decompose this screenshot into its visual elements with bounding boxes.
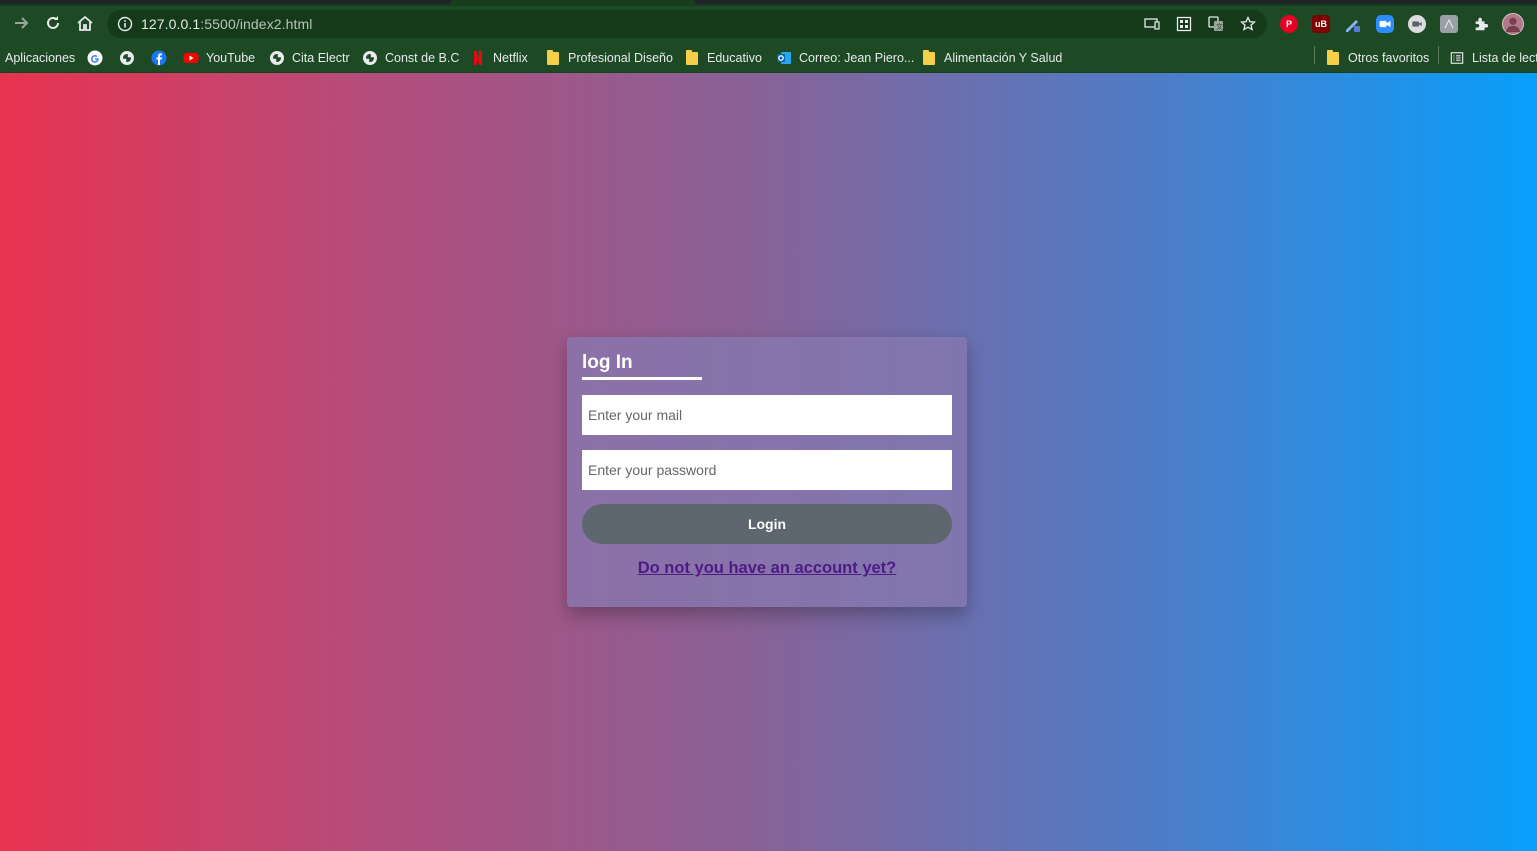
extensions-puzzle-icon[interactable] — [1472, 15, 1490, 33]
url-text: 127.0.0.1:5500/index2.html — [141, 16, 313, 32]
bookmark-youtube[interactable]: YouTube — [183, 47, 255, 69]
login-title: log In — [582, 352, 633, 373]
google-icon — [87, 50, 103, 66]
reload-button[interactable] — [40, 10, 66, 36]
login-button[interactable]: Login — [582, 504, 952, 544]
bookmark-star-icon[interactable] — [1240, 16, 1256, 32]
camera-extension-icon[interactable] — [1408, 15, 1426, 33]
bookmark-label: Educativo — [707, 51, 762, 65]
outlook-icon — [776, 50, 792, 66]
pencil-extension-icon[interactable] — [1344, 15, 1362, 33]
home-button[interactable] — [72, 10, 98, 36]
bookmarks-separator — [1438, 46, 1439, 64]
youtube-icon — [183, 50, 199, 66]
reading-list-icon — [1449, 50, 1465, 66]
cast-icon[interactable] — [1144, 16, 1160, 32]
address-bar[interactable]: 127.0.0.1:5500/index2.html 文 — [107, 10, 1267, 38]
reading-list-button[interactable]: Lista de lectura — [1449, 47, 1537, 69]
arrow-right-icon — [15, 17, 29, 29]
bookmark-educativo[interactable]: Educativo — [684, 47, 762, 69]
bookmark-label: Cita Electr — [292, 51, 350, 65]
profile-avatar[interactable] — [1502, 13, 1524, 35]
pinterest-extension-icon[interactable]: P — [1280, 15, 1298, 33]
folder-icon — [545, 49, 561, 66]
bookmark-label: Aplicaciones — [5, 51, 76, 65]
qr-code-icon[interactable] — [1176, 16, 1192, 32]
bookmark-profesional-diseno[interactable]: Profesional Diseño — [545, 47, 673, 69]
folder-icon — [921, 49, 937, 66]
folder-icon — [684, 49, 700, 66]
browser-toolbar: 127.0.0.1:5500/index2.html 文 P uB — [0, 0, 1537, 44]
bookmark-label: Const de B.C — [385, 51, 460, 65]
bookmark-google[interactable] — [87, 47, 110, 69]
pdf-extension-icon[interactable] — [1440, 15, 1458, 33]
site-info-icon[interactable] — [117, 16, 133, 32]
zoom-extension-icon[interactable] — [1376, 15, 1394, 33]
url-path: :5500/index2.html — [200, 16, 313, 32]
svg-text:文: 文 — [1216, 22, 1223, 31]
bookmark-label: Otros favoritos — [1348, 51, 1430, 65]
bookmark-label: Correo: Jean Piero... — [799, 51, 915, 65]
password-field[interactable] — [582, 450, 952, 490]
home-icon — [77, 15, 93, 31]
title-underline — [582, 377, 702, 380]
bookmark-otros-favoritos[interactable]: Otros favoritos — [1325, 47, 1429, 69]
bookmark-correo[interactable]: Correo: Jean Piero... — [776, 47, 914, 69]
netflix-icon — [470, 50, 486, 66]
globe-icon — [119, 50, 135, 66]
folder-icon — [1325, 49, 1341, 66]
translate-icon[interactable]: 文 — [1208, 16, 1224, 32]
bookmark-cita-electr[interactable]: Cita Electr — [269, 47, 350, 69]
page-viewport: log In Login Do not you have an account … — [0, 73, 1537, 851]
login-card: log In Login Do not you have an account … — [567, 337, 967, 607]
bookmarks-bar: Aplicaciones YouTube Cita Electr Const d… — [0, 44, 1537, 73]
bookmark-label: Netflix — [493, 51, 528, 65]
bookmark-label: Lista de lectura — [1472, 51, 1537, 65]
globe-icon — [362, 50, 378, 66]
facebook-icon — [151, 50, 167, 66]
forward-button[interactable] — [8, 10, 34, 36]
bookmark-label: YouTube — [206, 51, 256, 65]
reload-icon — [47, 16, 59, 29]
bookmark-alimentacion[interactable]: Alimentación Y Salud — [921, 47, 1062, 69]
email-field[interactable] — [582, 395, 952, 435]
url-host: 127.0.0.1 — [141, 16, 201, 32]
bookmark-label: Profesional Diseño — [568, 51, 673, 65]
tab-strip-right — [694, 0, 1537, 4]
bookmark-apps[interactable]: Aplicaciones — [5, 47, 75, 69]
globe-icon — [269, 50, 285, 66]
bookmark-facebook[interactable] — [151, 47, 174, 69]
bookmark-globe[interactable] — [119, 47, 142, 69]
bookmark-const-bc[interactable]: Const de B.C — [362, 47, 459, 69]
ublock-extension-icon[interactable]: uB — [1312, 15, 1330, 33]
tab-strip-left — [0, 0, 452, 4]
bookmarks-separator — [1314, 46, 1315, 64]
bookmark-label: Alimentación Y Salud — [944, 51, 1063, 65]
signup-link[interactable]: Do not you have an account yet? — [567, 559, 967, 578]
bookmark-netflix[interactable]: Netflix — [470, 47, 528, 69]
